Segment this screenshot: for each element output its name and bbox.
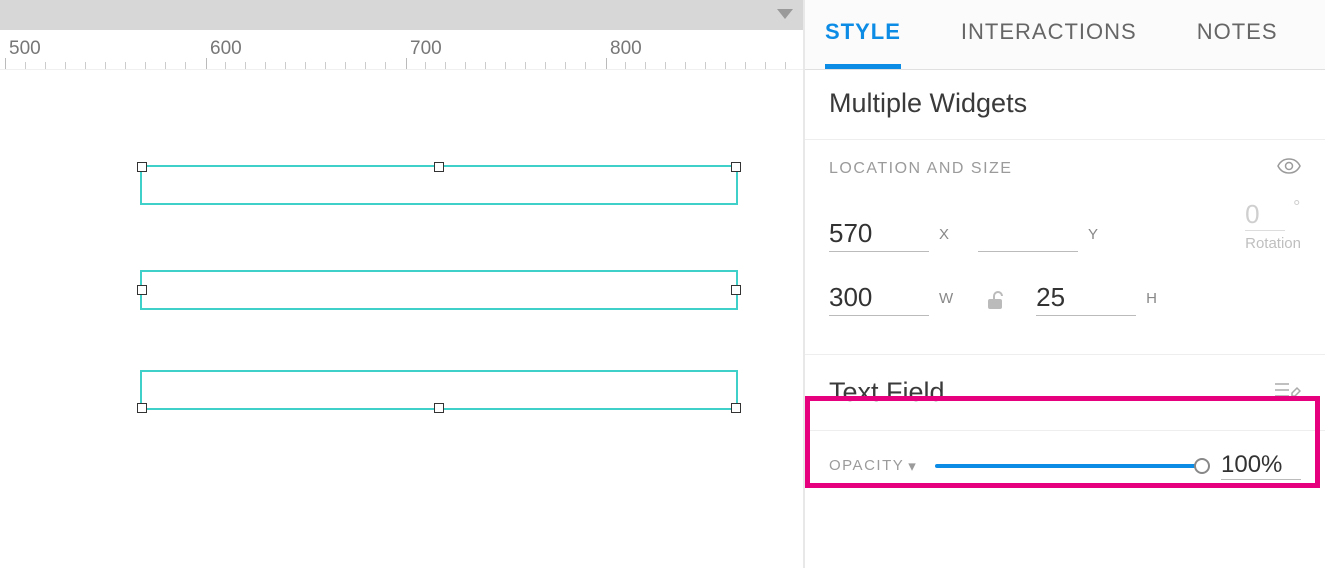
resize-handle[interactable] <box>731 403 741 413</box>
ruler-mark: 800 <box>610 38 642 60</box>
tab-notes[interactable]: NOTES <box>1197 19 1278 51</box>
selection-label: Multiple Widgets <box>805 70 1325 140</box>
location-size-section: LOCATION AND SIZE X Y ° <box>805 140 1325 354</box>
opacity-slider[interactable] <box>935 464 1203 468</box>
rotation-label: Rotation <box>1245 235 1301 252</box>
selected-widget[interactable] <box>140 370 738 410</box>
ruler-mark: 700 <box>410 38 442 60</box>
w-input[interactable] <box>829 280 929 316</box>
tab-style[interactable]: STYLE <box>825 19 901 51</box>
resize-handle[interactable] <box>137 162 147 172</box>
resize-handle[interactable] <box>137 285 147 295</box>
y-input[interactable] <box>978 216 1078 252</box>
unlock-icon[interactable] <box>986 290 1004 316</box>
opacity-value-input[interactable] <box>1221 451 1301 480</box>
canvas-pane: 500 600 700 800 <box>0 0 805 568</box>
chevron-down-icon: ▾ <box>908 457 917 475</box>
canvas-topbar <box>0 0 803 30</box>
opacity-label[interactable]: OPACITY ▾ <box>829 457 917 475</box>
opacity-section: OPACITY ▾ <box>805 431 1325 500</box>
topbar-dropdown-icon[interactable] <box>777 6 793 22</box>
selected-widget[interactable] <box>140 270 738 310</box>
y-label: Y <box>1088 226 1099 243</box>
location-size-title: LOCATION AND SIZE <box>829 160 1012 178</box>
canvas-area[interactable] <box>0 70 803 568</box>
resize-handle[interactable] <box>731 285 741 295</box>
widget-type-label: Text Field <box>829 377 945 408</box>
degree-icon: ° <box>1293 197 1300 218</box>
h-input[interactable] <box>1036 280 1136 316</box>
selected-widget[interactable] <box>140 165 738 205</box>
resize-handle[interactable] <box>731 162 741 172</box>
ruler-mark: 600 <box>210 38 242 60</box>
ruler: 500 600 700 800 <box>0 30 803 70</box>
visibility-icon[interactable] <box>1277 158 1301 179</box>
edit-style-icon[interactable] <box>1275 379 1301 406</box>
widget-type-section: Text Field <box>805 354 1325 431</box>
rotation-input[interactable] <box>1245 199 1285 231</box>
inspector-tabs: STYLE INTERACTIONS NOTES <box>805 0 1325 70</box>
x-input[interactable] <box>829 216 929 252</box>
resize-handle[interactable] <box>137 403 147 413</box>
tab-interactions[interactable]: INTERACTIONS <box>961 19 1137 51</box>
resize-handle[interactable] <box>434 403 444 413</box>
x-label: X <box>939 226 950 243</box>
slider-thumb[interactable] <box>1194 458 1210 474</box>
inspector-pane: STYLE INTERACTIONS NOTES Multiple Widget… <box>805 0 1325 568</box>
resize-handle[interactable] <box>434 162 444 172</box>
w-label: W <box>939 290 954 307</box>
h-label: H <box>1146 290 1158 307</box>
ruler-mark: 500 <box>9 38 41 60</box>
